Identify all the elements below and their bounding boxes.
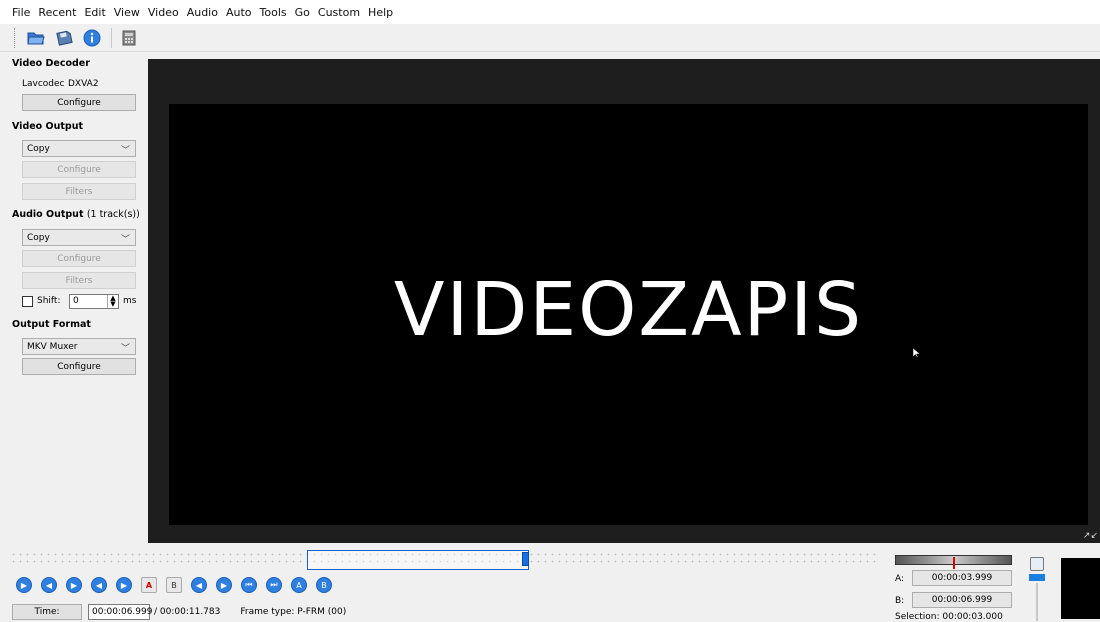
volume-slider[interactable] — [1036, 583, 1038, 621]
menu-file[interactable]: File — [12, 6, 30, 19]
audio-output-title-text: Audio Output — [12, 209, 84, 220]
next-frame-icon[interactable]: ▶ — [66, 577, 82, 593]
audio-meter-preview — [1061, 558, 1100, 619]
menu-custom[interactable]: Custom — [318, 6, 360, 19]
video-frame-text: VIDEOZAPIS — [393, 266, 864, 353]
transport-controls: ▶ ◀ ▶ ◀ ▶ A B ◀ ▶ ⏮ ⏭ A B — [16, 575, 341, 595]
audio-filters-button[interactable]: Filters — [22, 272, 136, 289]
menu-tools[interactable]: Tools — [260, 6, 287, 19]
menu-edit[interactable]: Edit — [84, 6, 105, 19]
menu-bar: File Recent Edit View Video Audio Auto T… — [0, 0, 1100, 24]
mouse-cursor-icon — [912, 347, 921, 361]
menu-audio[interactable]: Audio — [187, 6, 218, 19]
goto-marker-a-icon[interactable]: A — [291, 577, 307, 593]
save-icon[interactable] — [53, 27, 75, 49]
timeline-slider[interactable] — [10, 548, 880, 570]
video-frame: VIDEOZAPIS — [169, 104, 1088, 525]
marker-a-time[interactable]: 00:00:03.999 — [912, 570, 1012, 586]
audio-output-title: Audio Output (1 track(s)) — [12, 209, 140, 220]
volume-icon[interactable] — [1030, 557, 1044, 571]
decoder-name: Lavcodec — [22, 79, 65, 89]
calculator-icon[interactable] — [118, 27, 140, 49]
video-codec-value: Copy — [27, 143, 50, 154]
menu-video[interactable]: Video — [148, 6, 179, 19]
audio-track-count: (1 track(s)) — [86, 209, 140, 220]
next-keyframe-icon[interactable]: ▶ — [116, 577, 132, 593]
play-icon[interactable]: ▶ — [16, 577, 32, 593]
marker-b-time[interactable]: 00:00:06.999 — [912, 592, 1012, 608]
prev-black-frame-icon[interactable]: ◀ — [191, 577, 207, 593]
selection-marker — [953, 557, 955, 569]
video-viewport[interactable]: VIDEOZAPIS ↗↙ — [148, 59, 1100, 543]
decoder-accel: DXVA2 — [68, 79, 99, 89]
selection-panel: A: 00:00:03.999 B: 00:00:06.999 Selectio… — [893, 553, 1023, 622]
menu-go[interactable]: Go — [295, 6, 310, 19]
total-time: / 00:00:11.783 — [154, 606, 221, 617]
video-filters-button[interactable]: Filters — [22, 183, 136, 200]
timeline-selection — [307, 550, 529, 570]
open-folder-icon[interactable] — [25, 27, 47, 49]
time-button[interactable]: Time: — [12, 603, 82, 620]
set-marker-a-icon[interactable]: A — [141, 577, 157, 593]
prev-keyframe-icon[interactable]: ◀ — [91, 577, 107, 593]
set-marker-b-icon[interactable]: B — [166, 577, 182, 593]
goto-first-frame-icon[interactable]: ⏮ — [241, 577, 257, 593]
info-icon[interactable] — [81, 27, 103, 49]
selection-range-bar — [895, 555, 1012, 569]
menu-help[interactable]: Help — [368, 6, 393, 19]
toolbar-grip[interactable] — [14, 27, 17, 48]
goto-marker-b-icon[interactable]: B — [316, 577, 332, 593]
volume-level — [1029, 574, 1045, 581]
shift-value: 0 — [73, 296, 79, 306]
video-decoder-configure-button[interactable]: Configure — [22, 94, 136, 111]
left-panel: Video Decoder Lavcodec DXVA2 Configure V… — [0, 54, 148, 544]
shift-checkbox[interactable] — [22, 296, 33, 307]
spin-arrows-icon[interactable]: ▲ ▼ — [107, 295, 118, 308]
shift-spinbox[interactable]: 0 ▲ ▼ — [69, 294, 119, 309]
frame-type: Frame type: P-FRM (00) — [240, 606, 347, 617]
muxer-select[interactable]: MKV Muxer ﹀ — [22, 338, 136, 355]
current-time-field[interactable]: 00:00:06.999 — [88, 603, 152, 620]
toolbar — [0, 24, 1100, 52]
audio-codec-value: Copy — [27, 232, 50, 243]
chevron-down-icon: ﹀ — [120, 344, 130, 354]
chevron-down-icon: ﹀ — [120, 146, 130, 156]
audio-configure-button[interactable]: Configure — [22, 250, 136, 267]
audio-codec-select[interactable]: Copy ﹀ — [22, 229, 136, 246]
video-codec-select[interactable]: Copy ﹀ — [22, 140, 136, 157]
resize-icon[interactable]: ↗↙ — [1083, 531, 1098, 541]
prev-frame-icon[interactable]: ◀ — [41, 577, 57, 593]
muxer-value: MKV Muxer — [27, 341, 78, 352]
video-configure-button[interactable]: Configure — [22, 161, 136, 178]
goto-last-frame-icon[interactable]: ⏭ — [266, 577, 282, 593]
timeline-thumb[interactable] — [522, 552, 529, 566]
muxer-configure-button[interactable]: Configure — [22, 358, 136, 375]
shift-label: Shift: — [37, 296, 61, 306]
menu-auto[interactable]: Auto — [226, 6, 252, 19]
chevron-down-icon: ﹀ — [120, 235, 130, 245]
next-black-frame-icon[interactable]: ▶ — [216, 577, 232, 593]
shift-unit: ms — [123, 296, 137, 306]
marker-b-label: B: — [895, 596, 905, 606]
video-output-title: Video Output — [12, 121, 84, 132]
toolbar-separator — [111, 27, 112, 48]
marker-a-label: A: — [895, 574, 905, 584]
menu-view[interactable]: View — [114, 6, 140, 19]
menu-recent[interactable]: Recent — [38, 6, 76, 19]
output-format-title: Output Format — [12, 319, 91, 330]
time-status-row: Time: 00:00:06.999 / 00:00:11.783 Frame … — [12, 603, 346, 620]
video-decoder-title: Video Decoder — [12, 58, 90, 69]
